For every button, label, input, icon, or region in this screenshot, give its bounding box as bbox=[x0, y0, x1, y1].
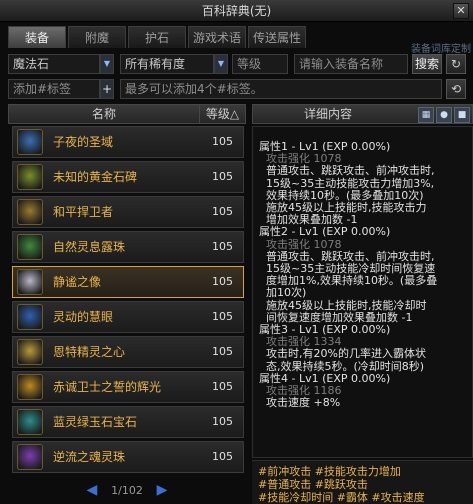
list-item[interactable]: 灵动的慧眼 105 bbox=[12, 301, 244, 333]
window-title: 百科辞典(无) bbox=[201, 4, 272, 18]
item-icon bbox=[17, 304, 43, 330]
item-icon bbox=[17, 269, 43, 295]
item-name: 灵动的慧眼 bbox=[53, 310, 114, 324]
tag-line[interactable]: #前冲攻击 #技能攻击力增加 bbox=[258, 465, 473, 478]
list-item[interactable]: 赤诚卫士之誓的辉光 105 bbox=[12, 371, 244, 403]
item-name: 和平捍卫者 bbox=[53, 205, 114, 219]
list-item[interactable]: 和平捍卫者 105 bbox=[12, 196, 244, 228]
item-level: 105 bbox=[212, 135, 233, 148]
tag-hint: 最多可以添加4个#标签。 bbox=[120, 79, 442, 99]
category-dropdown-icon[interactable]: ▼ bbox=[100, 54, 114, 74]
item-name: 静谧之像 bbox=[53, 275, 102, 289]
item-name: 自然灵息露珠 bbox=[53, 240, 126, 254]
column-name-header[interactable]: 名称 bbox=[9, 105, 199, 123]
tag-box: #前冲攻击 #技能攻击力增加 #普通攻击 #跳跃攻击 #技能冷却时间 #霸体 #… bbox=[252, 460, 473, 504]
item-level: 105 bbox=[212, 205, 233, 218]
list-item[interactable]: 子夜的圣域 105 bbox=[12, 126, 244, 158]
detail-line: 攻击强化 1078 bbox=[259, 237, 342, 251]
pagination: ◀ 1/102 ▶ bbox=[8, 482, 246, 502]
window-titlebar: 百科辞典(无) ✕ bbox=[0, 0, 473, 22]
column-level-header[interactable]: 等级△ bbox=[199, 105, 245, 123]
refresh-icon[interactable]: ↻ bbox=[446, 54, 466, 74]
detail-line: 加10次) bbox=[259, 286, 307, 300]
clear-icon[interactable]: ⟲ bbox=[446, 79, 466, 99]
pin-icon[interactable]: ● bbox=[436, 107, 452, 123]
item-list: 子夜的圣域 105 未知的黄金石碑 105 和平捍卫者 105 自然灵息露珠 1… bbox=[8, 126, 248, 478]
tab-enchant[interactable]: 附魔 bbox=[68, 26, 126, 48]
item-icon bbox=[17, 409, 43, 435]
item-level: 105 bbox=[212, 380, 233, 393]
item-name: 未知的黄金石碑 bbox=[53, 170, 138, 184]
rarity-select[interactable]: 所有稀有度 bbox=[120, 54, 214, 74]
filter-row: 魔法石 ▼ 所有稀有度 ▼ 等级 请输入装备名称 搜索 ↻ bbox=[0, 54, 473, 76]
detail-line: 施放45级以上技能时,技能冷却时 bbox=[259, 298, 427, 312]
next-page-button[interactable]: ▶ bbox=[157, 482, 168, 498]
item-level: 105 bbox=[212, 240, 233, 253]
item-name: 逆流之魂灵珠 bbox=[53, 450, 126, 464]
item-level: 105 bbox=[212, 450, 233, 463]
list-item[interactable]: 恩特精灵之心 105 bbox=[12, 336, 244, 368]
category-select[interactable]: 魔法石 bbox=[8, 54, 100, 74]
prev-page-button[interactable]: ◀ bbox=[87, 482, 98, 498]
tag-row: 添加#标签 + 最多可以添加4个#标签。 ⟲ bbox=[0, 79, 473, 99]
list-item-selected[interactable]: 静谧之像 105 bbox=[12, 266, 244, 298]
list-header: 名称 等级△ bbox=[8, 104, 246, 124]
item-name: 赤诚卫士之誓的辉光 bbox=[53, 380, 162, 394]
detail-line: 属性2 - Lv1 (EXP 0.00%) bbox=[259, 225, 391, 239]
detail-line: 普通攻击、跳跃攻击、前冲攻击时, bbox=[259, 164, 435, 178]
tab-talisman[interactable]: 护石 bbox=[128, 26, 186, 48]
page-indicator: 1/102 bbox=[111, 483, 143, 497]
tag-line[interactable]: #普通攻击 #跳跃攻击 bbox=[258, 478, 473, 491]
item-icon bbox=[17, 199, 43, 225]
lock-icon[interactable]: ■ bbox=[454, 107, 470, 123]
item-level: 105 bbox=[212, 275, 233, 288]
grid-icon[interactable]: ▦ bbox=[418, 107, 434, 123]
detail-line: 15级~35主动技能攻击力增加3%, bbox=[259, 176, 435, 190]
detail-header: 详细内容 ▦ ● ■ bbox=[252, 104, 473, 124]
item-icon bbox=[17, 129, 43, 155]
item-icon bbox=[17, 234, 43, 260]
item-icon bbox=[17, 339, 43, 365]
rarity-dropdown-icon[interactable]: ▼ bbox=[214, 54, 228, 74]
list-item[interactable]: 逆流之魂灵珠 105 bbox=[12, 441, 244, 473]
item-level: 105 bbox=[212, 170, 233, 183]
item-icon bbox=[17, 444, 43, 470]
item-level: 105 bbox=[212, 415, 233, 428]
detail-line: 攻击速度 +8% bbox=[259, 396, 341, 410]
item-icon bbox=[17, 164, 43, 190]
item-level: 105 bbox=[212, 345, 233, 358]
detail-title: 详细内容 bbox=[303, 107, 352, 121]
close-button[interactable]: ✕ bbox=[453, 3, 469, 19]
item-icon bbox=[17, 374, 43, 400]
item-name: 恩特精灵之心 bbox=[53, 345, 126, 359]
tab-bar: 装备 附魔 护石 游戏术语 传送属性 bbox=[0, 24, 473, 48]
add-tag-button[interactable]: + bbox=[100, 79, 114, 99]
level-field[interactable]: 等级 bbox=[232, 54, 288, 74]
list-item[interactable]: 自然灵息露珠 105 bbox=[12, 231, 244, 263]
detail-line: 攻击时,有20%的几率进入霸体状 bbox=[259, 347, 426, 361]
search-button[interactable]: 搜索 bbox=[412, 54, 442, 74]
list-item[interactable]: 蓝灵绿玉石宝石 105 bbox=[12, 406, 244, 438]
list-item[interactable]: 未知的黄金石碑 105 bbox=[12, 161, 244, 193]
item-name: 子夜的圣域 bbox=[53, 135, 114, 149]
item-level: 105 bbox=[212, 310, 233, 323]
search-input[interactable]: 请输入装备名称 bbox=[294, 54, 408, 74]
tab-corner-text: 装备词库定制 bbox=[411, 44, 471, 55]
tag-line[interactable]: #技能冷却时间 #霸体 #攻击速度 bbox=[258, 491, 473, 504]
item-name: 蓝灵绿玉石宝石 bbox=[53, 415, 138, 429]
tab-transfer-attributes[interactable]: 传送属性 bbox=[248, 26, 306, 48]
tab-game-terms[interactable]: 游戏术语 bbox=[188, 26, 246, 48]
tab-equipment[interactable]: 装备 bbox=[8, 26, 66, 48]
detail-panel: 属性1 - Lv1 (EXP 0.00%) 攻击强化 1078 普通攻击、跳跃攻… bbox=[252, 126, 473, 458]
add-tag-input[interactable]: 添加#标签 bbox=[8, 79, 100, 99]
